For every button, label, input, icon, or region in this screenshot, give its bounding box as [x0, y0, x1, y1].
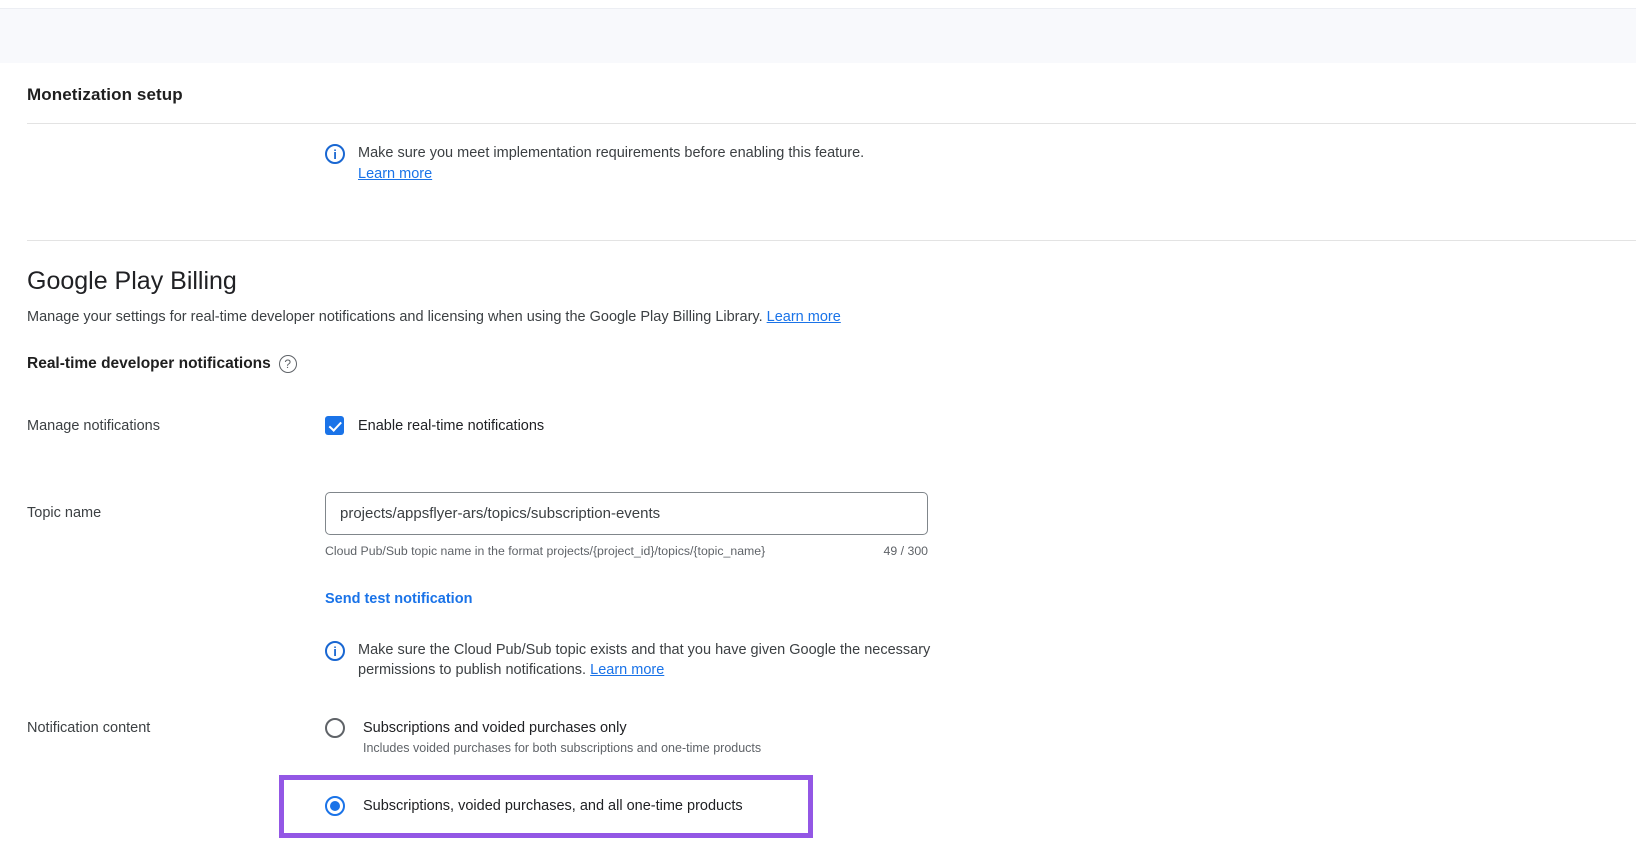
info-icon: i: [325, 641, 345, 661]
pubsub-permissions-note: i Make sure the Cloud Pub/Sub topic exis…: [325, 640, 1636, 680]
top-app-bar: [0, 8, 1636, 63]
character-counter: 49 / 300: [884, 544, 928, 558]
radio-option-description: Includes voided purchases for both subsc…: [363, 741, 761, 755]
section-description: Manage your settings for real-time devel…: [27, 309, 1636, 325]
radio-unselected-icon[interactable]: [325, 718, 345, 738]
send-test-notification-link[interactable]: Send test notification: [325, 591, 472, 607]
radio-option-label[interactable]: Subscriptions, voided purchases, and all…: [363, 798, 743, 814]
notification-content-row: Notification content Subscriptions and v…: [0, 718, 1636, 838]
radio-option-label[interactable]: Subscriptions and voided purchases only: [363, 718, 761, 736]
topic-name-helper-text: Cloud Pub/Sub topic name in the format p…: [325, 544, 765, 558]
enable-notifications-checkbox-label[interactable]: Enable real-time notifications: [358, 418, 544, 434]
enable-notifications-checkbox[interactable]: [325, 416, 344, 435]
topic-name-label: Topic name: [27, 492, 325, 558]
help-icon[interactable]: ?: [279, 355, 297, 373]
section-description-text: Manage your settings for real-time devel…: [27, 309, 763, 325]
radio-option-subscriptions-voided-only[interactable]: Subscriptions and voided purchases only …: [325, 718, 1636, 755]
header-divider: [27, 123, 1636, 124]
manage-notifications-row: Manage notifications Enable real-time no…: [0, 416, 1636, 435]
page-header: Monetization setup: [0, 63, 1636, 123]
section-title: Google Play Billing: [27, 267, 1636, 296]
radio-selected-icon[interactable]: [325, 796, 345, 816]
page-title: Monetization setup: [27, 85, 1636, 105]
topic-name-input[interactable]: [325, 492, 928, 535]
implementation-learn-more-link[interactable]: Learn more: [358, 164, 432, 184]
radio-option-all-one-time-products[interactable]: Subscriptions, voided purchases, and all…: [325, 796, 798, 816]
implementation-requirements-text: Make sure you meet implementation requir…: [358, 143, 864, 163]
topic-name-row: Topic name Cloud Pub/Sub topic name in t…: [0, 492, 1636, 558]
info-icon: i: [325, 144, 345, 164]
highlighted-option-box: Subscriptions, voided purchases, and all…: [279, 775, 813, 838]
billing-learn-more-link[interactable]: Learn more: [767, 309, 841, 325]
subsection-title: Real-time developer notifications: [27, 355, 271, 373]
google-play-billing-section: Google Play Billing Manage your settings…: [0, 267, 1636, 373]
implementation-requirements-note: i Make sure you meet implementation requ…: [325, 143, 1636, 184]
manage-notifications-label: Manage notifications: [27, 416, 325, 435]
pubsub-learn-more-link[interactable]: Learn more: [590, 662, 664, 678]
section-divider: [27, 240, 1636, 241]
